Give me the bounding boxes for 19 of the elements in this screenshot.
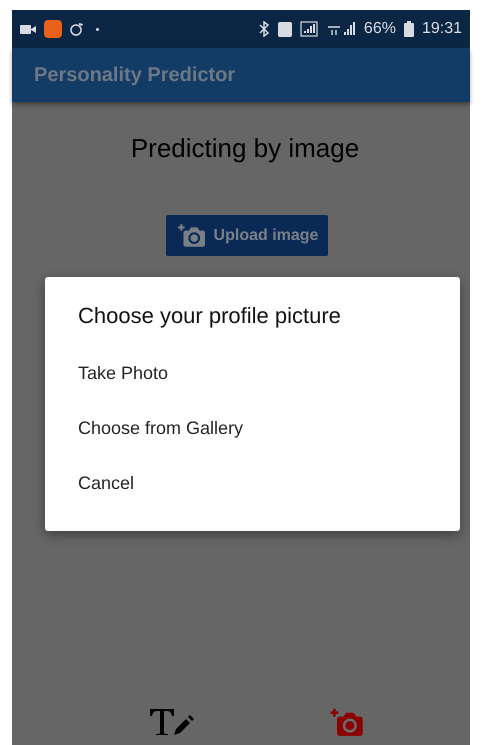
bluetooth-icon xyxy=(258,21,270,37)
add-camera-icon[interactable] xyxy=(176,222,206,248)
battery-icon xyxy=(404,21,414,37)
sim-icon xyxy=(278,22,292,36)
dialog-title: Choose your profile picture xyxy=(78,302,342,330)
dialog-option[interactable]: Take Photo xyxy=(78,346,427,401)
app-notification-icon xyxy=(44,20,62,38)
dialog-option[interactable]: Cancel xyxy=(78,456,427,511)
upload-image-button[interactable]: Upload image xyxy=(166,215,328,256)
battery-percent: 66% xyxy=(364,19,396,39)
page-heading: Predicting by image xyxy=(130,132,360,165)
clock: 19:31 xyxy=(422,19,462,39)
signal-icon xyxy=(300,21,318,37)
dialog-option[interactable]: Choose from Gallery xyxy=(78,401,427,456)
video-icon xyxy=(20,24,36,34)
text-edit-icon[interactable] xyxy=(148,707,196,737)
add-camera-icon[interactable] xyxy=(328,707,364,739)
app-title: Personality Predictor xyxy=(34,63,236,88)
network-signal-icon xyxy=(326,21,356,37)
